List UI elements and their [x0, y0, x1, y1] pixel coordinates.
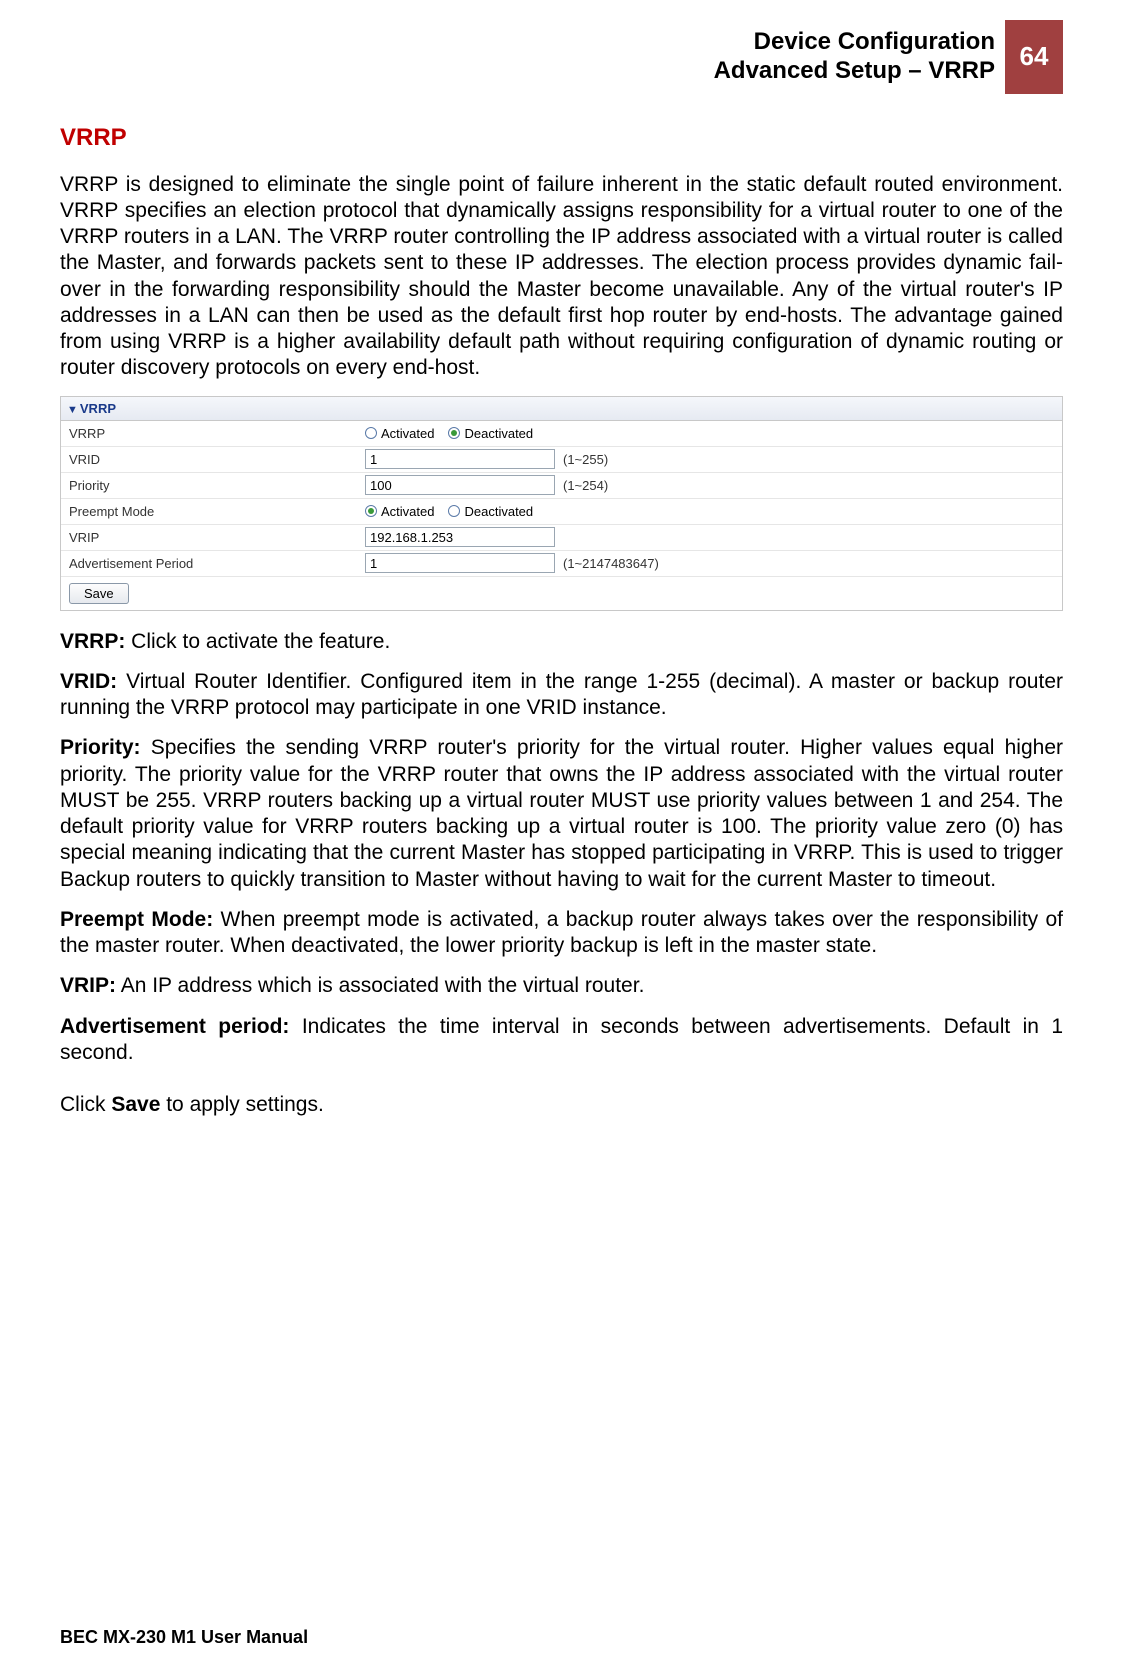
label-preempt: Preempt Mode	[61, 500, 361, 523]
desc-vrid-label: VRID:	[60, 670, 117, 693]
row-priority: Priority (1~254)	[61, 473, 1062, 499]
vrid-input[interactable]	[365, 449, 555, 469]
row-vrrp: VRRP Activated Deactivated	[61, 421, 1062, 447]
label-vrid: VRID	[61, 448, 361, 471]
page-number-badge: 64	[1005, 20, 1063, 94]
field-vrip	[361, 525, 1062, 549]
desc-vrrp-label: VRRP:	[60, 630, 125, 653]
field-preempt: Activated Deactivated	[361, 502, 1062, 521]
panel-title: VRRP	[80, 401, 116, 416]
desc-vrip-label: VRIP:	[60, 974, 116, 997]
desc-preempt: Preempt Mode: When preempt mode is activ…	[60, 907, 1063, 960]
radio-icon	[365, 427, 377, 439]
preempt-activated-label: Activated	[381, 504, 434, 519]
caret-down-icon: ▼	[67, 404, 78, 416]
panel-header: ▼VRRP	[61, 397, 1062, 421]
desc-priority-label: Priority:	[60, 736, 141, 759]
desc-vrip: VRIP: An IP address which is associated …	[60, 973, 1063, 999]
header-line2: Advanced Setup – VRRP	[714, 57, 995, 86]
advperiod-input[interactable]	[365, 553, 555, 573]
intro-paragraph: VRRP is designed to eliminate the single…	[60, 172, 1063, 382]
label-priority: Priority	[61, 474, 361, 497]
label-advperiod: Advertisement Period	[61, 552, 361, 575]
row-vrip: VRIP	[61, 525, 1062, 551]
section-title: VRRP	[60, 124, 1063, 152]
vrid-range: (1~255)	[563, 452, 608, 467]
advperiod-range: (1~2147483647)	[563, 556, 659, 571]
radio-icon	[448, 427, 460, 439]
vrip-input[interactable]	[365, 527, 555, 547]
desc-vrrp-text: Click to activate the feature.	[125, 630, 390, 653]
save-row: Save	[61, 577, 1062, 610]
desc-advperiod-label: Advertisement period:	[60, 1015, 289, 1038]
preempt-deactivated-radio[interactable]: Deactivated	[448, 504, 533, 519]
label-vrip: VRIP	[61, 526, 361, 549]
preempt-activated-radio[interactable]: Activated	[365, 504, 434, 519]
row-preempt: Preempt Mode Activated Deactivated	[61, 499, 1062, 525]
radio-icon	[448, 505, 460, 517]
priority-range: (1~254)	[563, 478, 608, 493]
desc-vrrp: VRRP: Click to activate the feature.	[60, 629, 1063, 655]
radio-icon	[365, 505, 377, 517]
label-vrrp: VRRP	[61, 422, 361, 445]
field-advperiod: (1~2147483647)	[361, 551, 1062, 575]
click-prefix: Click	[60, 1093, 111, 1116]
desc-priority: Priority: Specifies the sending VRRP rou…	[60, 735, 1063, 893]
desc-priority-text: Specifies the sending VRRP router's prio…	[60, 736, 1063, 890]
vrrp-deactivated-radio[interactable]: Deactivated	[448, 426, 533, 441]
row-vrid: VRID (1~255)	[61, 447, 1062, 473]
preempt-deactivated-label: Deactivated	[464, 504, 533, 519]
field-priority: (1~254)	[361, 473, 1062, 497]
desc-preempt-label: Preempt Mode:	[60, 908, 213, 931]
vrrp-activated-label: Activated	[381, 426, 434, 441]
click-save-line: Click Save to apply settings.	[60, 1092, 1063, 1118]
footer-text: BEC MX-230 M1 User Manual	[60, 1627, 308, 1648]
header-title-block: Device Configuration Advanced Setup – VR…	[714, 20, 1005, 94]
vrrp-config-panel: ▼VRRP VRRP Activated Deactivated VRID (1…	[60, 396, 1063, 611]
vrrp-deactivated-label: Deactivated	[464, 426, 533, 441]
desc-vrip-text: An IP address which is associated with t…	[116, 974, 644, 997]
field-vrid: (1~255)	[361, 447, 1062, 471]
page-header: Device Configuration Advanced Setup – VR…	[60, 20, 1063, 94]
row-advperiod: Advertisement Period (1~2147483647)	[61, 551, 1062, 577]
desc-vrid: VRID: Virtual Router Identifier. Configu…	[60, 669, 1063, 722]
field-vrrp: Activated Deactivated	[361, 424, 1062, 443]
click-suffix: to apply settings.	[160, 1093, 323, 1116]
header-line1: Device Configuration	[714, 28, 995, 57]
priority-input[interactable]	[365, 475, 555, 495]
save-button[interactable]: Save	[69, 583, 129, 604]
desc-advperiod: Advertisement period: Indicates the time…	[60, 1014, 1063, 1067]
desc-vrid-text: Virtual Router Identifier. Configured it…	[60, 670, 1063, 719]
click-save-bold: Save	[111, 1093, 160, 1116]
vrrp-activated-radio[interactable]: Activated	[365, 426, 434, 441]
